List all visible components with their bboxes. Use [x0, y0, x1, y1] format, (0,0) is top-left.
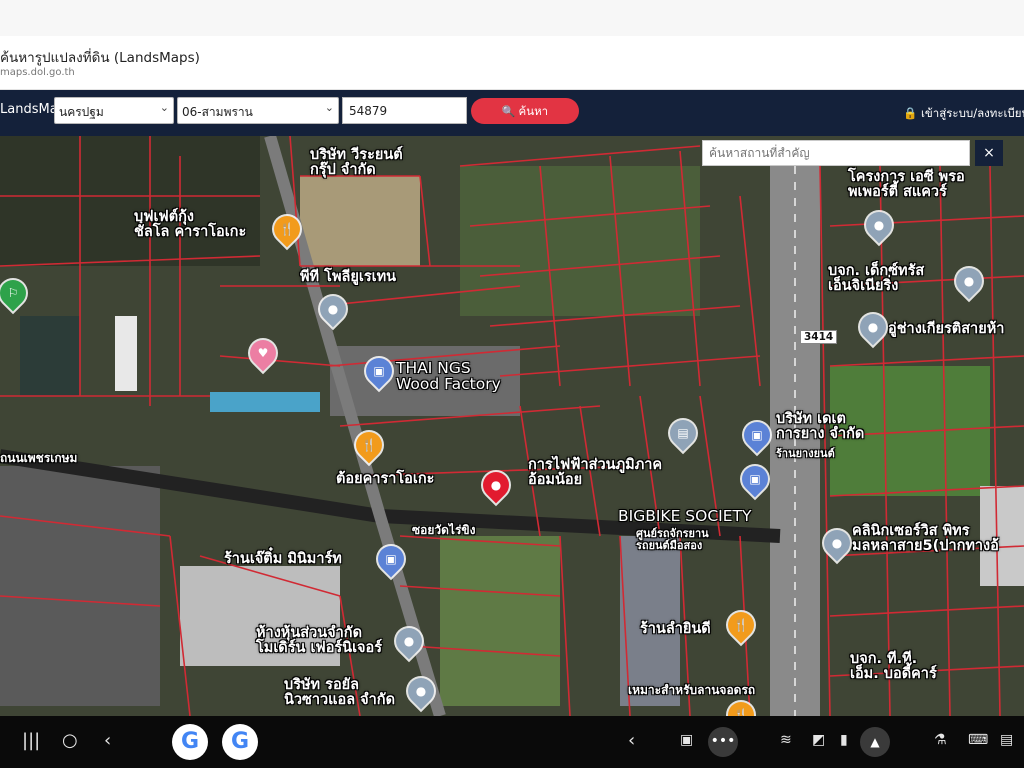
label-electric-authority[interactable]: การไฟฟ้าส่วนภูมิภาค อ้อมน้อย	[528, 457, 662, 488]
district-select[interactable]: 06-สามพราน ⌄	[177, 97, 339, 124]
road-name-left: ถนนเพชรเกษม	[0, 451, 78, 465]
search-icon: 🔍	[501, 105, 516, 118]
label-kids-company[interactable]: บจก. เด็กซ์ทรัส เอ็นจิเนียริ่ง	[828, 263, 924, 294]
label-restaurant[interactable]: ร้านลำยินดี	[640, 621, 711, 637]
location-pin-icon[interactable]: ●	[390, 622, 428, 660]
selected-parcel-pin-icon[interactable]: ●	[477, 466, 515, 504]
search-button-label: ค้นหา	[518, 104, 549, 118]
label-bigbike[interactable]: BIGBIKE SOCIETY	[618, 508, 751, 525]
road-name-center: ซอยวัดไร่ขิง	[412, 523, 476, 537]
google-app-icon[interactable]: G	[172, 724, 208, 760]
location-pin-icon[interactable]: ●	[402, 672, 440, 710]
page-url[interactable]: maps.dol.go.th	[0, 67, 75, 78]
screenshot-icon[interactable]: ▤	[1000, 732, 1013, 748]
building-pin-icon[interactable]: ▤	[664, 414, 702, 452]
label-project-top-right[interactable]: โครงการ เอซี พรอ พเพอร์ตี้ สแควร์	[848, 169, 965, 200]
restaurant-pin-icon[interactable]: 🍴	[268, 210, 306, 248]
label-company-mid[interactable]: บริษัท เดเต การยาง จำกัด	[776, 411, 864, 442]
android-taskbar: ||| ○ ‹ G G ‹ ▣ ••• ≋ ◩ ▮ ▲ ⚗ ⌨ ▤	[0, 716, 1024, 768]
location-pin-icon[interactable]: ●	[860, 206, 898, 244]
parcel-number-input[interactable]	[342, 97, 467, 124]
location-pin-icon[interactable]: ●	[818, 524, 856, 562]
chevron-left-icon[interactable]: ‹	[628, 730, 635, 751]
place-search-input[interactable]	[702, 140, 970, 166]
battery-icon: ▮	[840, 732, 848, 748]
google-app-icon[interactable]: G	[222, 724, 258, 760]
label-thai-ngs[interactable]: THAI NGS Wood Factory	[396, 360, 501, 393]
restaurant-pin-icon[interactable]: 🍴	[722, 606, 760, 644]
location-pin-icon[interactable]: ●	[314, 290, 352, 328]
label-buffet[interactable]: บุฟเฟต์กุ้ง ชัลโล คาราโอเกะ	[134, 209, 246, 240]
store-pin-icon[interactable]: ▣	[372, 540, 410, 578]
store-pin-icon[interactable]: ▣	[360, 352, 398, 390]
shopping-pin-icon[interactable]: ♥	[244, 334, 282, 372]
label-minimart[interactable]: ร้านเจ๊ติ๋ม มินิมาร์ท	[224, 551, 342, 567]
close-icon[interactable]: ×	[975, 140, 1003, 166]
lab-icon[interactable]: ⚗	[934, 732, 947, 748]
road-sign-3414: 3414	[800, 330, 838, 344]
keyboard-icon[interactable]: ⌨	[968, 732, 988, 748]
location-pin-icon[interactable]: ●	[854, 308, 892, 346]
district-select-value: 06-สามพราน	[182, 105, 253, 119]
chevron-up-icon[interactable]: ▲	[860, 727, 890, 757]
lock-icon: 🔒	[903, 106, 918, 120]
label-garage[interactable]: อู่ช่างเกียรติสายห้า	[888, 321, 1004, 337]
more-icon[interactable]: •••	[708, 727, 738, 757]
chevron-down-icon: ⌄	[159, 101, 169, 114]
restaurant-pin-icon[interactable]: 🍴	[350, 426, 388, 464]
app-navbar: LandsMaps นครปฐม ⌄ 06-สามพราน ⌄ 🔍ค้นหา 🔒…	[0, 90, 1024, 136]
province-select[interactable]: นครปฐม ⌄	[54, 97, 174, 124]
store-pin-icon[interactable]: ▣	[736, 460, 774, 498]
label-department-store[interactable]: ห้างหุ้นส่วนจำกัด โมเดิร์น เฟอร์นิเจอร์	[256, 625, 382, 656]
login-link[interactable]: 🔒 เข้าสู่ระบบ/ลงทะเบียน	[903, 105, 1024, 123]
label-market-bottom[interactable]: เหมาะสำหรับลานจอดรถ	[628, 684, 755, 697]
store-pin-icon[interactable]: ▣	[738, 416, 776, 454]
label-polymer[interactable]: พีที โพลียูเรเทน	[300, 269, 396, 285]
signal-off-icon: ◩	[812, 732, 826, 748]
label-bigbike-sub[interactable]: ศูนย์รถจักรยาน รถยนต์มือสอง	[636, 528, 709, 551]
wifi-icon: ≋	[780, 732, 792, 748]
recent-apps-button[interactable]: |||	[22, 730, 40, 751]
map-view[interactable]: บริษัท วีระยนต์ กรุ๊ป จำกัด บุฟเฟต์กุ้ง ชั…	[0, 136, 1024, 716]
label-clinic[interactable]: คลินิกเซอร์วิส พิทร มลหลาสาย5(ปากทางอ้	[852, 523, 999, 554]
browser-title-bar: ค้นหารูปแปลงที่ดิน (LandsMaps) maps.dol.…	[0, 36, 1024, 90]
label-karaoke[interactable]: ต้อยคาราโอเกะ	[336, 471, 434, 487]
location-pin-icon[interactable]: ●	[950, 262, 988, 300]
chevron-down-icon: ⌄	[324, 101, 334, 114]
label-store-bottom[interactable]: บจก. ที.ที. เอ็ม. บอดี้คาร์	[850, 651, 937, 682]
page-title: ค้นหารูปแปลงที่ดิน (LandsMaps)	[0, 50, 200, 66]
login-label: เข้าสู่ระบบ/ลงทะเบียน	[920, 106, 1024, 120]
home-button[interactable]: ○	[62, 730, 78, 751]
gallery-icon[interactable]: ▣	[680, 732, 693, 748]
back-button[interactable]: ‹	[104, 730, 111, 751]
label-repair-shop[interactable]: ร้านยางยนต์	[776, 448, 835, 460]
label-company-bottom[interactable]: บริษัท รอยัล นิวซาวแอล จำกัด	[284, 677, 395, 708]
province-select-value: นครปฐม	[59, 105, 104, 119]
status-strip	[0, 0, 1024, 36]
label-company-top[interactable]: บริษัท วีระยนต์ กรุ๊ป จำกัด	[310, 147, 403, 178]
search-button[interactable]: 🔍 ค้นหา	[471, 98, 579, 124]
